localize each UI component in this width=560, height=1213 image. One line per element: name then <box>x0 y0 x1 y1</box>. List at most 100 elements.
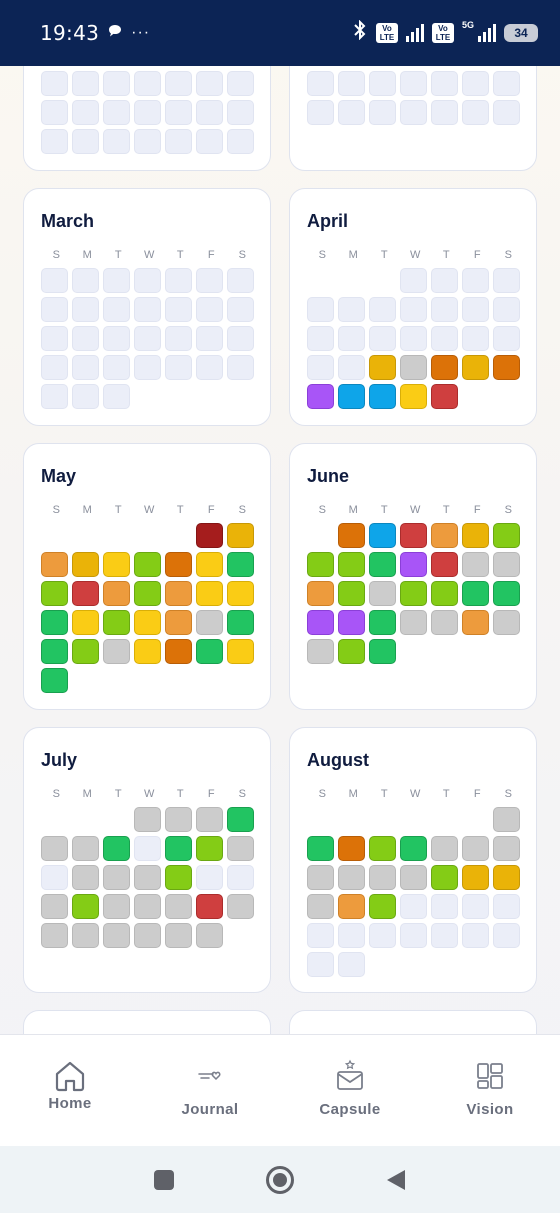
day-cell[interactable] <box>72 552 99 577</box>
month-card-july[interactable]: July S M T W T F S <box>23 727 271 993</box>
day-cell[interactable] <box>41 581 68 606</box>
day-cell[interactable] <box>134 326 161 351</box>
day-cell[interactable] <box>369 610 396 635</box>
day-cell[interactable] <box>462 836 489 861</box>
day-cell[interactable] <box>103 384 130 409</box>
day-cell[interactable] <box>462 355 489 380</box>
day-cell[interactable] <box>369 297 396 322</box>
day-cell[interactable] <box>227 297 254 322</box>
day-cell[interactable] <box>196 268 223 293</box>
day-cell[interactable] <box>103 865 130 890</box>
month-card-september[interactable] <box>23 1010 271 1034</box>
day-cell[interactable] <box>400 836 427 861</box>
day-cell[interactable] <box>134 894 161 919</box>
day-cell[interactable] <box>369 923 396 948</box>
day-cell[interactable] <box>307 865 334 890</box>
nav-journal[interactable]: Journal <box>150 1035 270 1146</box>
back-button[interactable] <box>338 1168 454 1192</box>
day-cell[interactable] <box>400 552 427 577</box>
day-cell[interactable] <box>227 100 254 125</box>
day-cell[interactable] <box>72 836 99 861</box>
month-card-june[interactable]: June S M T W T F S <box>289 443 537 710</box>
day-cell[interactable] <box>493 100 520 125</box>
day-cell[interactable] <box>493 268 520 293</box>
day-cell[interactable] <box>307 639 334 664</box>
day-cell[interactable] <box>134 268 161 293</box>
day-cell[interactable] <box>165 297 192 322</box>
day-cell[interactable] <box>462 552 489 577</box>
day-cell[interactable] <box>165 326 192 351</box>
day-cell[interactable] <box>41 326 68 351</box>
day-cell[interactable] <box>227 326 254 351</box>
day-cell[interactable] <box>134 100 161 125</box>
home-system-button[interactable] <box>222 1165 338 1195</box>
day-cell[interactable] <box>41 552 68 577</box>
day-cell[interactable] <box>165 836 192 861</box>
day-cell[interactable] <box>338 923 365 948</box>
day-cell[interactable] <box>493 297 520 322</box>
day-cell[interactable] <box>431 894 458 919</box>
day-cell[interactable] <box>72 71 99 96</box>
day-cell[interactable] <box>307 952 334 977</box>
day-cell[interactable] <box>72 129 99 154</box>
nav-home[interactable]: Home <box>10 1035 130 1146</box>
day-cell[interactable] <box>41 923 68 948</box>
day-cell[interactable] <box>493 894 520 919</box>
day-cell[interactable] <box>227 836 254 861</box>
day-cell[interactable] <box>103 71 130 96</box>
day-cell[interactable] <box>134 355 161 380</box>
day-cell[interactable] <box>338 639 365 664</box>
day-cell[interactable] <box>103 268 130 293</box>
month-card-april[interactable]: April S M T W T F S <box>289 188 537 426</box>
day-cell[interactable] <box>103 552 130 577</box>
day-cell[interactable] <box>369 71 396 96</box>
day-cell[interactable] <box>134 297 161 322</box>
day-cell[interactable] <box>307 71 334 96</box>
day-cell[interactable] <box>307 610 334 635</box>
recents-button[interactable] <box>106 1169 222 1191</box>
day-cell[interactable] <box>41 639 68 664</box>
day-cell[interactable] <box>307 100 334 125</box>
day-cell[interactable] <box>41 894 68 919</box>
day-cell[interactable] <box>307 384 334 409</box>
day-cell[interactable] <box>196 297 223 322</box>
day-cell[interactable] <box>338 71 365 96</box>
day-cell[interactable] <box>41 384 68 409</box>
day-cell[interactable] <box>338 297 365 322</box>
day-cell[interactable] <box>103 639 130 664</box>
day-cell[interactable] <box>165 581 192 606</box>
day-cell[interactable] <box>400 894 427 919</box>
day-cell[interactable] <box>72 865 99 890</box>
day-cell[interactable] <box>165 865 192 890</box>
day-cell[interactable] <box>462 71 489 96</box>
day-cell[interactable] <box>462 581 489 606</box>
day-cell[interactable] <box>41 836 68 861</box>
day-cell[interactable] <box>227 610 254 635</box>
day-cell[interactable] <box>462 523 489 548</box>
day-cell[interactable] <box>431 923 458 948</box>
day-cell[interactable] <box>431 552 458 577</box>
day-cell[interactable] <box>369 865 396 890</box>
day-cell[interactable] <box>165 268 192 293</box>
day-cell[interactable] <box>134 923 161 948</box>
day-cell[interactable] <box>431 355 458 380</box>
day-cell[interactable] <box>227 71 254 96</box>
day-cell[interactable] <box>431 71 458 96</box>
day-cell[interactable] <box>493 865 520 890</box>
day-cell[interactable] <box>400 523 427 548</box>
day-cell[interactable] <box>72 384 99 409</box>
day-cell[interactable] <box>431 610 458 635</box>
day-cell[interactable] <box>72 581 99 606</box>
day-cell[interactable] <box>103 129 130 154</box>
day-cell[interactable] <box>72 894 99 919</box>
day-cell[interactable] <box>196 523 223 548</box>
day-cell[interactable] <box>165 610 192 635</box>
day-cell[interactable] <box>338 952 365 977</box>
day-cell[interactable] <box>338 523 365 548</box>
day-cell[interactable] <box>72 326 99 351</box>
day-cell[interactable] <box>72 355 99 380</box>
day-cell[interactable] <box>493 610 520 635</box>
day-cell[interactable] <box>369 639 396 664</box>
month-card-october[interactable] <box>289 1010 537 1034</box>
day-cell[interactable] <box>400 268 427 293</box>
